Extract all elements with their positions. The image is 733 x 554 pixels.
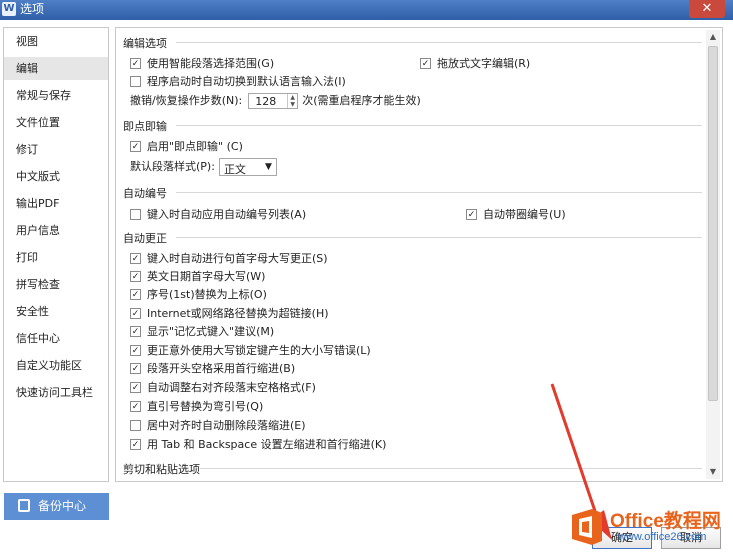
watermark-url: www.office26.com	[618, 531, 707, 543]
watermark-brand: Office教程网	[610, 511, 721, 532]
annotation-arrow-icon	[550, 383, 612, 540]
watermark: Office教程网 www.office26.com	[566, 503, 730, 551]
office-logo-icon	[572, 509, 602, 545]
